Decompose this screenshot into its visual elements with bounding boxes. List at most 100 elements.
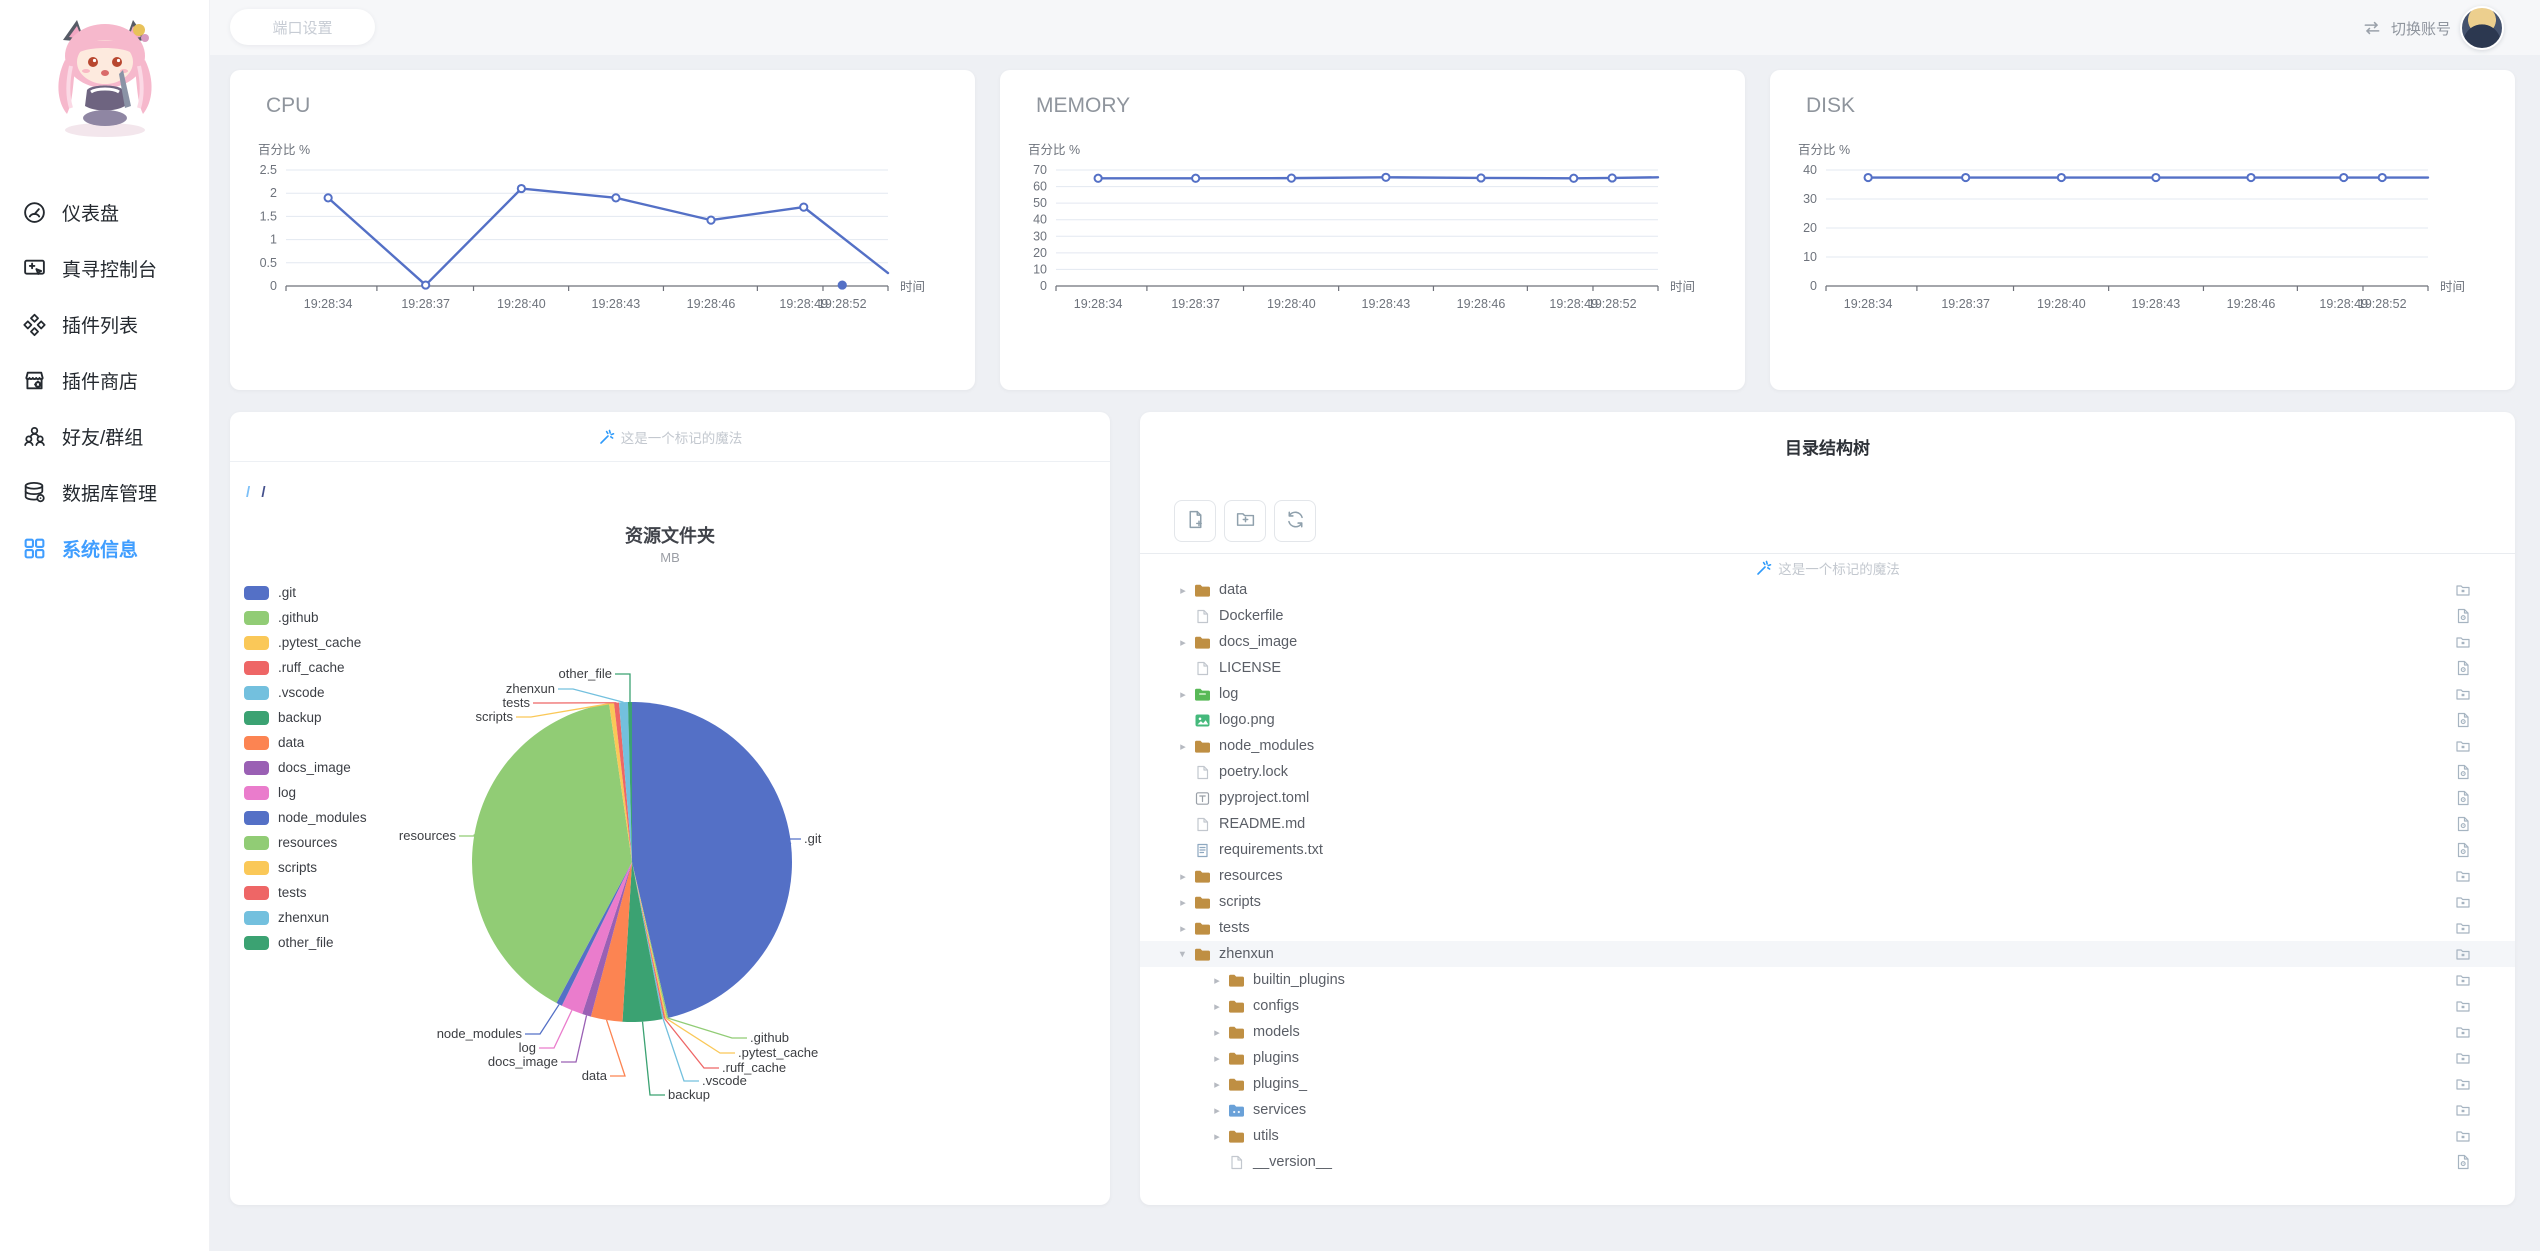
tree-row-log[interactable]: ▸ log: [1140, 681, 2515, 707]
file-action-icon[interactable]: [2455, 660, 2471, 676]
pie-label-log: log: [519, 1040, 536, 1055]
tree-row-LICENSE[interactable]: LICENSE: [1140, 655, 2515, 681]
legend-item-other_file[interactable]: other_file: [244, 930, 367, 955]
tree-row-docs_image[interactable]: ▸ docs_image: [1140, 629, 2515, 655]
sidebar-item-dashboard[interactable]: 仪表盘: [0, 184, 209, 240]
tree-row-configs[interactable]: ▸ configs: [1140, 993, 2515, 1019]
file-icon: [1194, 817, 1211, 832]
caret-right-icon[interactable]: ▸: [1176, 688, 1190, 701]
legend-item-node_modules[interactable]: node_modules: [244, 805, 367, 830]
caret-right-icon[interactable]: ▸: [1210, 1078, 1224, 1091]
folder-action-icon[interactable]: [2455, 894, 2471, 910]
sidebar-item-console[interactable]: 真寻控制台: [0, 240, 209, 296]
file-action-icon[interactable]: [2455, 790, 2471, 806]
legend-label: .github: [278, 610, 319, 625]
folder-action-icon[interactable]: [2455, 686, 2471, 702]
legend-item-tests[interactable]: tests: [244, 880, 367, 905]
folder-action-icon[interactable]: [2455, 998, 2471, 1014]
tree-row-poetry.lock[interactable]: poetry.lock: [1140, 759, 2515, 785]
tree-row-scripts[interactable]: ▸ scripts: [1140, 889, 2515, 915]
add-folder-button[interactable]: [1224, 500, 1266, 542]
folder-action-icon[interactable]: [2455, 946, 2471, 962]
caret-right-icon[interactable]: ▸: [1176, 636, 1190, 649]
legend-item-.github[interactable]: .github: [244, 605, 367, 630]
file-action-icon[interactable]: [2455, 1154, 2471, 1170]
svg-text:0: 0: [1040, 279, 1047, 293]
legend-item-.ruff_cache[interactable]: .ruff_cache: [244, 655, 367, 680]
folder-action-icon[interactable]: [2455, 738, 2471, 754]
caret-right-icon[interactable]: ▸: [1176, 740, 1190, 753]
tree-row-logo.png[interactable]: logo.png: [1140, 707, 2515, 733]
folder-action-icon[interactable]: [2455, 1024, 2471, 1040]
legend-item-data[interactable]: data: [244, 730, 367, 755]
sidebar-item-system-info[interactable]: 系统信息: [0, 520, 209, 576]
tree-row-pyproject.toml[interactable]: pyproject.toml: [1140, 785, 2515, 811]
caret-right-icon[interactable]: ▸: [1210, 1052, 1224, 1065]
folder-action-icon[interactable]: [2455, 634, 2471, 650]
pie-label-.pytest_cache: .pytest_cache: [738, 1045, 818, 1060]
tree-row-plugins_[interactable]: ▸ plugins_: [1140, 1071, 2515, 1097]
refresh-button[interactable]: [1274, 500, 1316, 542]
folder-action-icon[interactable]: [2455, 1128, 2471, 1144]
disk-chart-title: DISK: [1806, 94, 1856, 117]
file-action-icon[interactable]: [2455, 842, 2471, 858]
svg-text:时间: 时间: [1670, 280, 1695, 294]
caret-right-icon[interactable]: ▸: [1210, 1000, 1224, 1013]
legend-item-backup[interactable]: backup: [244, 705, 367, 730]
caret-right-icon[interactable]: ▸: [1176, 870, 1190, 883]
sidebar-item-friends[interactable]: 好友/群组: [0, 408, 209, 464]
tree-row-tests[interactable]: ▸ tests: [1140, 915, 2515, 941]
folder-action-icon[interactable]: [2455, 1050, 2471, 1066]
legend-item-log[interactable]: log: [244, 780, 367, 805]
legend-item-zhenxun[interactable]: zhenxun: [244, 905, 367, 930]
sidebar-item-database[interactable]: 数据库管理: [0, 464, 209, 520]
legend-item-docs_image[interactable]: docs_image: [244, 755, 367, 780]
caret-right-icon[interactable]: ▸: [1176, 896, 1190, 909]
legend-item-.vscode[interactable]: .vscode: [244, 680, 367, 705]
tree-row-models[interactable]: ▸ models: [1140, 1019, 2515, 1045]
caret-right-icon[interactable]: ▸: [1176, 584, 1190, 597]
tree-row-node_modules[interactable]: ▸ node_modules: [1140, 733, 2515, 759]
file-action-icon[interactable]: [2455, 764, 2471, 780]
caret-right-icon[interactable]: ▸: [1176, 922, 1190, 935]
folder-action-icon[interactable]: [2455, 868, 2471, 884]
caret-right-icon[interactable]: ▸: [1210, 1026, 1224, 1039]
tree-row-data[interactable]: ▸ data: [1140, 584, 2515, 603]
tree-row-utils[interactable]: ▸ utils: [1140, 1123, 2515, 1149]
legend-item-scripts[interactable]: scripts: [244, 855, 367, 880]
avatar[interactable]: [2460, 6, 2504, 50]
tree-row-plugins[interactable]: ▸ plugins: [1140, 1045, 2515, 1071]
tree-row-services[interactable]: ▸ services: [1140, 1097, 2515, 1123]
tree-row-resources[interactable]: ▸ resources: [1140, 863, 2515, 889]
file-action-icon[interactable]: [2455, 608, 2471, 624]
tree-row-__version__[interactable]: __version__: [1140, 1149, 2515, 1175]
caret-right-icon[interactable]: ▸: [1210, 974, 1224, 987]
switch-account-button[interactable]: 切换账号: [2362, 6, 2504, 50]
svg-text:19:28:37: 19:28:37: [1941, 297, 1990, 311]
tree-row-Dockerfile[interactable]: Dockerfile: [1140, 603, 2515, 629]
legend-item-.git[interactable]: .git: [244, 580, 367, 605]
legend-item-.pytest_cache[interactable]: .pytest_cache: [244, 630, 367, 655]
add-file-button[interactable]: [1174, 500, 1216, 542]
caret-down-icon[interactable]: ▸: [1177, 947, 1190, 961]
tree-row-zhenxun[interactable]: ▸ zhenxun: [1140, 941, 2515, 967]
sidebar-item-plugin-list[interactable]: 插件列表: [0, 296, 209, 352]
file-action-icon[interactable]: [2455, 816, 2471, 832]
folder-action-icon[interactable]: [2455, 584, 2471, 598]
sidebar-item-plugin-store[interactable]: 插件商店: [0, 352, 209, 408]
folder-action-icon[interactable]: [2455, 1102, 2471, 1118]
pie-title: 资源文件夹: [625, 526, 715, 546]
file-action-icon[interactable]: [2455, 712, 2471, 728]
legend-item-resources[interactable]: resources: [244, 830, 367, 855]
caret-right-icon[interactable]: ▸: [1210, 1130, 1224, 1143]
tree-row-requirements.txt[interactable]: requirements.txt: [1140, 837, 2515, 863]
tree-row-builtin_plugins[interactable]: ▸ builtin_plugins: [1140, 967, 2515, 993]
folder-action-icon[interactable]: [2455, 920, 2471, 936]
svg-text:时间: 时间: [2440, 280, 2465, 294]
folder-action-icon[interactable]: [2455, 1076, 2471, 1092]
folder-action-icon[interactable]: [2455, 972, 2471, 988]
tree-row-README.md[interactable]: README.md: [1140, 811, 2515, 837]
caret-right-icon[interactable]: ▸: [1210, 1104, 1224, 1117]
sidebar-item-label: 好友/群组: [62, 427, 144, 449]
port-settings-button[interactable]: 端口设置: [230, 9, 375, 45]
